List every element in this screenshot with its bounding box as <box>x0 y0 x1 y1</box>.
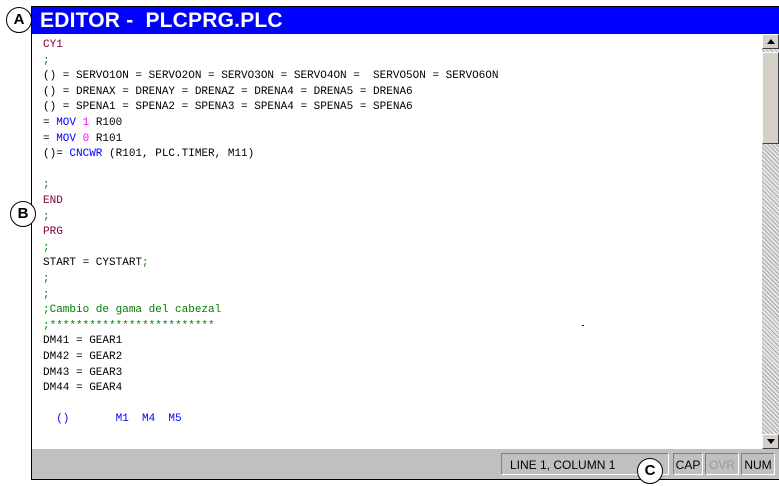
code-token: ()= <box>43 148 70 161</box>
num-lock-indicator: NUM <box>741 453 775 475</box>
scroll-down-button[interactable] <box>762 434 779 449</box>
code-token: R101 <box>89 132 123 145</box>
code-token: ; <box>43 179 50 192</box>
code-line: DM44 = GEAR4 <box>43 380 122 396</box>
code-line: ; <box>43 53 50 69</box>
code-token: ; <box>43 54 50 67</box>
code-token: = <box>43 117 57 129</box>
code-token: R100 <box>89 117 123 129</box>
code-token: CNCWR <box>69 148 103 161</box>
code-token: DM42 = GEAR2 <box>43 351 123 363</box>
code-line: ;************************* <box>43 318 215 334</box>
code-token: END <box>43 195 63 207</box>
scroll-up-button[interactable] <box>762 34 779 49</box>
code-line: ;Cambio de gama del cabezal <box>43 302 221 318</box>
code-token: MOV <box>56 117 77 129</box>
arrow-up-icon <box>767 39 775 44</box>
code-line: PRG <box>43 224 63 240</box>
caps-lock-indicator: CAP <box>673 453 703 475</box>
code-token: ; <box>43 288 50 301</box>
code-line: ; <box>43 287 50 303</box>
code-line: () = SERVO1ON = SERVO2ON = SERVO3ON = SE… <box>43 68 498 84</box>
code-line: START = CYSTART; <box>43 255 149 271</box>
arrow-down-icon <box>767 439 775 444</box>
code-line: = MOV 0 R101 <box>43 131 122 147</box>
code-token: () = SPENA1 = SPENA2 = SPENA3 = SPENA4 =… <box>43 101 413 114</box>
status-bar: LINE 1, COLUMN 1 CAP OVR NUM <box>32 449 779 479</box>
code-token: = <box>43 132 57 145</box>
code-line: CY1 <box>43 37 63 53</box>
code-token: ;Cambio de gama del cabezal <box>43 304 222 317</box>
code-token: DM41 = GEAR1 <box>43 335 123 348</box>
code-line: DM41 = GEAR1 <box>43 333 122 349</box>
editor-window: EDITOR - PLCPRG.PLC CY1; () = SERVO1ON = … <box>31 6 779 480</box>
code-token: ; <box>43 273 50 285</box>
code-token: DM44 = GEAR4 <box>43 382 123 395</box>
code-token: () = SERVO1ON = SERVO2ON = SERVO3ON = SE… <box>43 70 499 83</box>
stray-pixel <box>582 325 584 326</box>
code-line: DM43 = GEAR3 <box>43 365 122 381</box>
code-token: () = DRENAX = DRENAY = DRENAZ = DRENA4 =… <box>43 85 413 98</box>
code-line: ; <box>43 240 50 256</box>
callout-b: B <box>10 201 36 227</box>
code-line: ; <box>43 177 50 193</box>
code-token: ; <box>43 241 50 254</box>
code-line: () = DRENAX = DRENAY = DRENAZ = DRENA4 =… <box>43 84 413 100</box>
callout-c: C <box>637 458 663 484</box>
vertical-scrollbar[interactable] <box>762 34 779 449</box>
code-token: ;************************* <box>43 319 215 332</box>
code-token: CY1 <box>43 39 63 51</box>
code-token: START = CYSTART <box>43 257 143 270</box>
code-token: ; <box>43 210 50 223</box>
code-token: (R101, PLC.TIMER, M11) <box>102 148 255 161</box>
code-line: DM42 = GEAR2 <box>43 349 122 365</box>
code-token: PRG <box>43 226 63 239</box>
code-token: MOV <box>56 132 77 145</box>
scroll-thumb[interactable] <box>762 52 779 144</box>
code-line: END <box>43 193 63 209</box>
code-line: ; <box>43 209 50 225</box>
code-line: ()= CNCWR (R101, PLC.TIMER, M11) <box>43 146 254 162</box>
window-title: EDITOR - PLCPRG.PLC <box>40 9 283 32</box>
code-token: () M1 M4 M5 <box>43 413 182 426</box>
overwrite-indicator: OVR <box>705 453 739 475</box>
code-token: DM43 = GEAR3 <box>43 366 123 379</box>
code-line: () M1 M4 M5 <box>43 411 182 427</box>
code-editor[interactable]: CY1; () = SERVO1ON = SERVO2ON = SERVO3ON … <box>32 34 762 449</box>
code-line: ; <box>43 271 50 287</box>
code-token: ; <box>142 257 149 270</box>
code-line: = MOV 1 R100 <box>43 115 122 131</box>
title-bar: EDITOR - PLCPRG.PLC <box>32 7 779 34</box>
callout-a: A <box>6 7 32 33</box>
code-line: () = SPENA1 = SPENA2 = SPENA3 = SPENA4 =… <box>43 99 413 115</box>
